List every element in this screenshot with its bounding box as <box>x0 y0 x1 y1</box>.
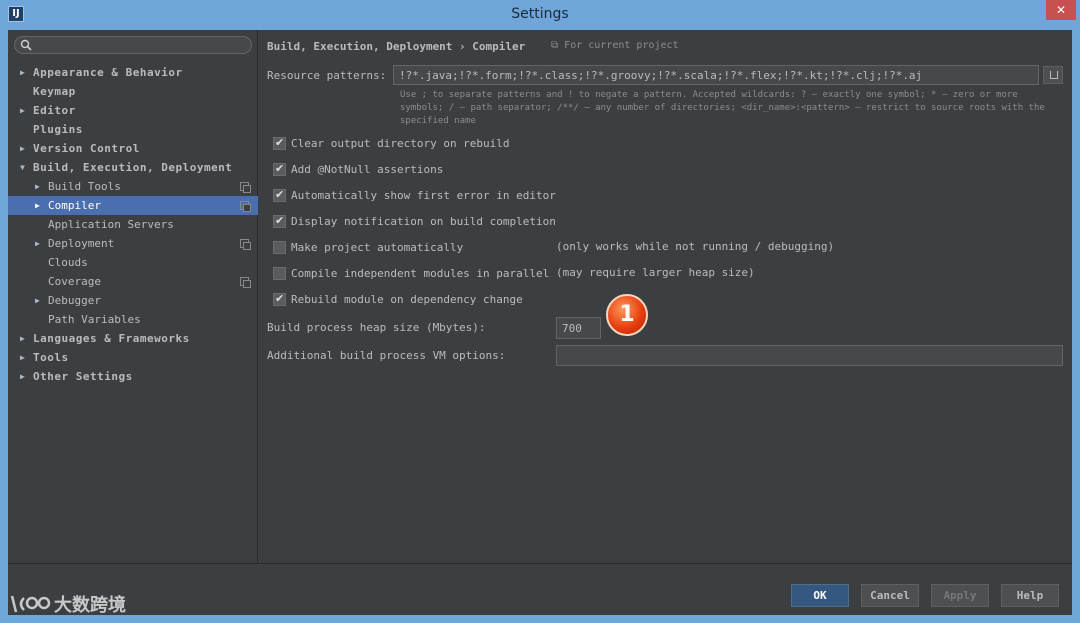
sidebar-item-label: Build Tools <box>48 180 121 193</box>
heap-size-input[interactable] <box>556 317 601 339</box>
parallel-compile-note: (may require larger heap size) <box>556 266 755 279</box>
chevron-right-icon: ▶ <box>35 201 40 210</box>
sidebar-item-keymap[interactable]: Keymap <box>8 82 258 101</box>
sidebar-item-label: Compiler <box>48 199 101 212</box>
sidebar-item-coverage[interactable]: Coverage <box>8 272 258 291</box>
checkbox[interactable] <box>273 241 286 254</box>
vm-options-label: Additional build process VM options: <box>267 349 506 362</box>
checkbox-label: Compile independent modules in parallel <box>291 267 550 280</box>
sidebar-item-label: Coverage <box>48 275 101 288</box>
chevron-down-icon: ▼ <box>20 163 26 172</box>
vm-options-input[interactable] <box>556 345 1063 366</box>
watermark-logo-icon <box>10 595 51 613</box>
checkbox[interactable] <box>273 188 286 202</box>
checkbox-label: Automatically show first error in editor <box>291 189 556 202</box>
chevron-right-icon: ▶ <box>20 353 26 362</box>
project-scope-label: ⧉ For current project <box>551 40 679 51</box>
sidebar-item-label: Path Variables <box>48 313 141 326</box>
chevron-right-icon: ▶ <box>35 182 40 191</box>
sidebar-item-plugins[interactable]: Plugins <box>8 120 258 139</box>
checkbox[interactable] <box>273 162 286 176</box>
checkbox[interactable] <box>273 267 286 280</box>
project-level-icon: ⧉ <box>551 40 565 51</box>
sidebar-item-appearance-behavior[interactable]: ▶ Appearance & Behavior <box>8 63 258 82</box>
checkbox[interactable] <box>273 136 286 150</box>
sidebar-item-label: Deployment <box>48 237 115 250</box>
chevron-right-icon: ▶ <box>20 68 26 77</box>
chevron-right-icon: ▶ <box>20 334 26 343</box>
chevron-right-icon: ▶ <box>20 372 26 381</box>
sidebar-item-label: Version Control <box>33 142 140 155</box>
sidebar-item-deployment[interactable]: ▶ Deployment <box>8 234 258 253</box>
project-level-icon <box>240 182 251 193</box>
sidebar-item-version-control[interactable]: ▶ Version Control <box>8 139 258 158</box>
sidebar-item-label: Build, Execution, Deployment <box>33 161 233 174</box>
heap-size-label: Build process heap size (Mbytes): <box>267 321 486 334</box>
sidebar-item-label: Plugins <box>33 123 83 136</box>
sidebar-item-label: Keymap <box>33 85 76 98</box>
sidebar-item-build-execution-deployment[interactable]: ▼ Build, Execution, Deployment <box>8 158 258 177</box>
sidebar-item-label: Languages & Frameworks <box>33 332 190 345</box>
sidebar-item-label: Clouds <box>48 256 88 269</box>
chevron-right-icon: ▶ <box>20 106 26 115</box>
ok-button[interactable]: OK <box>791 584 849 607</box>
project-level-icon <box>240 201 251 212</box>
checkbox-label: Display notification on build completion <box>291 215 556 228</box>
make-automatically-note: (only works while not running / debuggin… <box>556 240 835 253</box>
resource-patterns-hint: Use ; to separate patterns and ! to nega… <box>400 90 1045 126</box>
settings-dialog: ▶ Appearance & Behavior Keymap ▶ Editor … <box>8 30 1072 615</box>
sidebar-item-path-variables[interactable]: Path Variables <box>8 310 258 329</box>
sidebar-item-label: Appearance & Behavior <box>33 66 183 79</box>
breadcrumb: Build, Execution, Deployment › Compiler <box>267 40 526 53</box>
sidebar-item-compiler[interactable]: ▶ Compiler <box>8 196 258 215</box>
chevron-right-icon: ▶ <box>35 239 40 248</box>
checkbox[interactable] <box>273 214 286 228</box>
help-button[interactable]: Help <box>1001 584 1059 607</box>
sidebar-item-languages-frameworks[interactable]: ▶ Languages & Frameworks <box>8 329 258 348</box>
window-title: Settings <box>511 6 569 22</box>
search-input[interactable] <box>35 38 245 52</box>
title-bar: IJ Settings ✕ <box>0 0 1080 30</box>
cancel-button[interactable]: Cancel <box>861 584 919 607</box>
dialog-footer: OK Cancel Apply Help <box>8 563 1072 615</box>
sidebar-item-debugger[interactable]: ▶ Debugger <box>8 291 258 310</box>
chevron-right-icon: ▶ <box>35 296 40 305</box>
sidebar-item-label: Other Settings <box>33 370 133 383</box>
expand-field-button[interactable] <box>1043 66 1063 84</box>
resource-patterns-label: Resource patterns: <box>267 69 387 82</box>
close-window-button[interactable]: ✕ <box>1046 0 1076 20</box>
resource-patterns-input[interactable] <box>393 65 1039 85</box>
apply-button[interactable]: Apply <box>931 584 989 607</box>
checkbox-label: Make project automatically <box>291 241 464 254</box>
checkbox-label: Rebuild module on dependency change <box>291 293 523 306</box>
checkbox[interactable] <box>273 292 286 306</box>
project-level-icon <box>240 277 251 288</box>
callout-number-badge: 1 <box>606 294 648 336</box>
sidebar-item-build-tools[interactable]: ▶ Build Tools <box>8 177 258 196</box>
sidebar-item-other-settings[interactable]: ▶ Other Settings <box>8 367 258 386</box>
sidebar-item-clouds[interactable]: Clouds <box>8 253 258 272</box>
sidebar-item-label: Application Servers <box>48 218 174 231</box>
settings-search-box[interactable] <box>14 36 252 54</box>
compiler-settings-panel: Build, Execution, Deployment › Compiler … <box>259 30 1072 563</box>
project-level-icon <box>240 239 251 250</box>
sidebar-item-editor[interactable]: ▶ Editor <box>8 101 258 120</box>
chevron-right-icon: ▶ <box>20 144 26 153</box>
watermark-text: 大数跨境 <box>54 595 126 616</box>
project-scope-text: For current project <box>564 40 679 51</box>
sidebar-item-label: Tools <box>33 351 69 364</box>
sidebar-item-application-servers[interactable]: Application Servers <box>8 215 258 234</box>
sidebar-item-label: Debugger <box>48 294 101 307</box>
search-icon <box>20 39 32 51</box>
checkbox-label: Add @NotNull assertions <box>291 163 444 176</box>
sidebar-item-label: Editor <box>33 104 76 117</box>
sidebar-item-tools[interactable]: ▶ Tools <box>8 348 258 367</box>
settings-sidebar: ▶ Appearance & Behavior Keymap ▶ Editor … <box>8 30 258 563</box>
checkbox-label: Clear output directory on rebuild <box>291 137 510 150</box>
